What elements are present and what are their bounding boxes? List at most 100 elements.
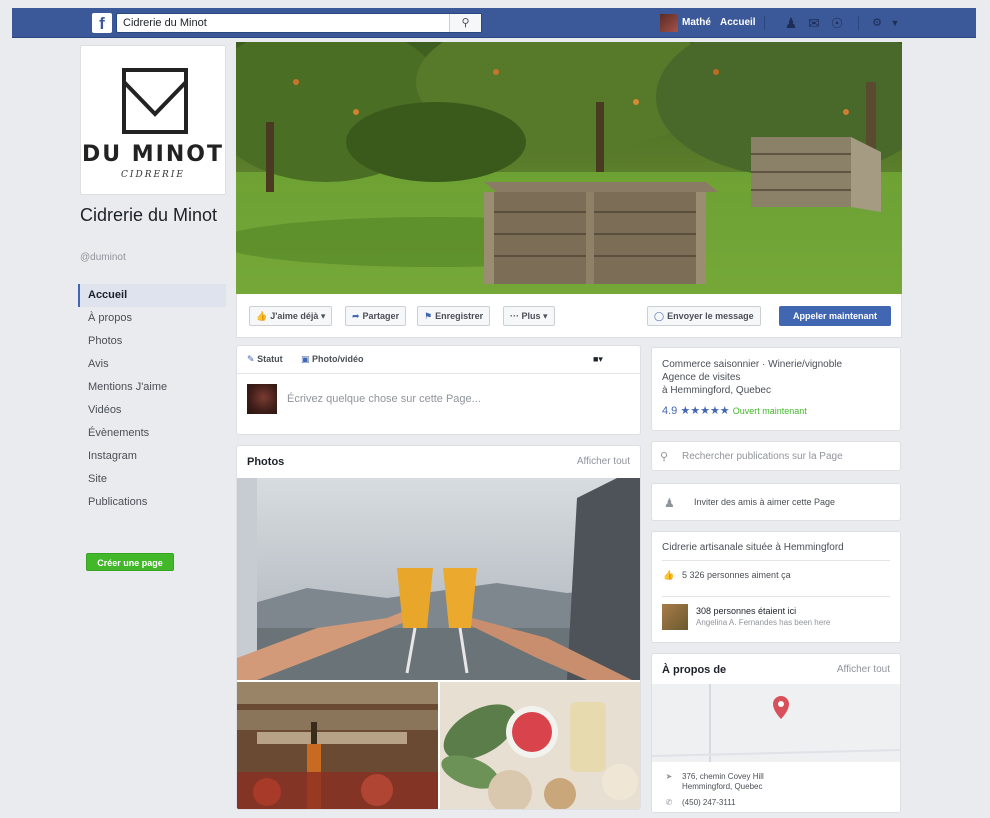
address-row[interactable]: ➤ 376, chemin Covey Hill bbox=[662, 772, 764, 781]
search-posts-box[interactable]: ⚲ Rechercher publications sur la Page bbox=[651, 441, 901, 471]
rating-row[interactable]: 4.9 ★★★★★ Ouvert maintenant bbox=[662, 404, 807, 417]
phone-number: (450) 247-3111 bbox=[682, 798, 736, 807]
nav-item-site[interactable]: Site bbox=[78, 468, 226, 491]
notifications-icon[interactable]: ☉ bbox=[828, 14, 846, 32]
bookmark-icon: ⚑ bbox=[424, 311, 433, 321]
divider bbox=[662, 560, 890, 561]
cider-bottle-crate-photo[interactable] bbox=[237, 682, 438, 810]
visitor-avatar[interactable] bbox=[662, 604, 688, 630]
visits-subtext: Angelina A. Fernandes has been here bbox=[696, 618, 831, 627]
share-label: Partager bbox=[362, 311, 400, 321]
page-handle[interactable]: @duminot bbox=[80, 252, 126, 263]
page-title[interactable]: Cidrerie du Minot bbox=[80, 204, 230, 226]
invite-friends-card[interactable]: ♟ Inviter des amis à aimer cette Page bbox=[651, 483, 901, 521]
share-icon: ➦ bbox=[352, 311, 360, 321]
about-see-all-link[interactable]: Afficher tout bbox=[837, 664, 890, 675]
cider-toast-photo[interactable] bbox=[237, 478, 641, 680]
send-message-button[interactable]: ◯ Envoyer le message bbox=[647, 306, 761, 326]
topbar-separator bbox=[764, 16, 765, 30]
like-button[interactable]: 👍 J'aime déjà ▾ bbox=[249, 306, 333, 326]
post-as-selector[interactable]: ■▾ bbox=[593, 354, 603, 365]
orchard-cover-image bbox=[236, 42, 902, 294]
search-icon[interactable]: ⚲ bbox=[449, 14, 481, 32]
user-avatar[interactable] bbox=[660, 14, 678, 32]
invite-friends-icon: ♟ bbox=[664, 496, 675, 510]
nav-item-instagram[interactable]: Instagram bbox=[78, 445, 226, 468]
photos-section: Photos Afficher tout bbox=[236, 445, 641, 810]
about-card: À propos de Afficher tout ➤ 376, chemin C… bbox=[651, 653, 901, 813]
wooden-crate-small bbox=[751, 137, 881, 212]
user-name-link[interactable]: Mathé bbox=[682, 17, 711, 28]
page-action-bar: 👍 J'aime déjà ▾ ➦ Partager ⚑ Enregistrer ··… bbox=[236, 294, 902, 338]
like-label: J'aime déjà ▾ bbox=[270, 311, 326, 321]
page-location[interactable]: à Hemmingford, Quebec bbox=[662, 384, 771, 397]
search-posts-input[interactable]: Rechercher publications sur la Page bbox=[682, 451, 843, 462]
nav-item-publications[interactable]: Publications bbox=[78, 491, 226, 514]
tab-photo-video[interactable]: ▣ Photo/vidéo bbox=[301, 354, 364, 365]
logo-subtitle: CIDRERIE bbox=[121, 170, 185, 180]
wooden-crate-large bbox=[484, 182, 718, 284]
divider bbox=[662, 596, 890, 597]
nav-item-photos[interactable]: Photos bbox=[78, 330, 226, 353]
search-bar[interactable]: ⚲ bbox=[116, 13, 482, 33]
food-platter-photo[interactable] bbox=[440, 682, 641, 810]
thumbs-up-icon: 👍 bbox=[663, 570, 675, 580]
address-line-2: Hemmingford, Quebec bbox=[682, 782, 763, 791]
more-button[interactable]: ··· Plus ▾ bbox=[503, 306, 555, 326]
chevron-down-icon[interactable]: ▼ bbox=[886, 14, 904, 32]
page-category[interactable]: Commerce saisonnier · Winerie/vignoble bbox=[662, 358, 894, 371]
post-composer: ✎ Statut ▣ Photo/vidéo ■▾ Écrivez quelqu… bbox=[236, 345, 641, 435]
nav-item-mentions-jaime[interactable]: Mentions J'aime bbox=[78, 376, 226, 399]
thumbs-up-icon: 👍 bbox=[256, 311, 268, 321]
tab-status[interactable]: ✎ Statut bbox=[247, 354, 283, 365]
share-button[interactable]: ➦ Partager bbox=[345, 306, 407, 326]
map-pin-icon bbox=[773, 696, 789, 719]
search-input[interactable] bbox=[117, 14, 437, 32]
help-icon[interactable]: ⚙ bbox=[868, 14, 886, 32]
page-description: Cidrerie artisanale située à Hemmingford bbox=[662, 542, 844, 553]
search-icon: ⚲ bbox=[660, 451, 669, 463]
tab-status-label: Statut bbox=[257, 354, 283, 364]
nav-item-evenements[interactable]: Évènements bbox=[78, 422, 226, 445]
nav-item-avis[interactable]: Avis bbox=[78, 353, 226, 376]
photos-see-all-link[interactable]: Afficher tout bbox=[577, 456, 630, 467]
create-page-button[interactable]: Créer une page bbox=[86, 553, 174, 571]
likes-row[interactable]: 👍 5 326 personnes aiment ça bbox=[662, 570, 790, 581]
page-info-card: Commerce saisonnier · Winerie/vignoble A… bbox=[651, 347, 901, 431]
messenger-icon: ◯ bbox=[654, 311, 665, 321]
rating-stars-icon: ★★★★★ bbox=[680, 405, 730, 417]
page-category-secondary[interactable]: Agence de visites bbox=[662, 371, 740, 384]
composer-avatar bbox=[247, 384, 277, 414]
home-link[interactable]: Accueil bbox=[720, 17, 756, 28]
cover-photo[interactable] bbox=[236, 42, 902, 294]
logo-title: DU MINOT bbox=[82, 142, 224, 167]
page-profile-picture[interactable]: DU MINOT CIDRERIE bbox=[80, 45, 226, 195]
invite-friends-link[interactable]: Inviter des amis à aimer cette Page bbox=[694, 497, 835, 507]
location-map[interactable] bbox=[652, 684, 900, 762]
more-label: ··· Plus ▾ bbox=[510, 311, 548, 321]
composer-input[interactable]: Écrivez quelque chose sur cette Page... bbox=[287, 393, 481, 405]
messages-icon[interactable]: ✉ bbox=[805, 14, 823, 32]
save-button[interactable]: ⚑ Enregistrer bbox=[417, 306, 491, 326]
top-navigation-bar: f ⚲ Mathé Accueil ♟ ✉ ☉ ⚙ ▼ bbox=[12, 8, 976, 38]
open-status: Ouvert maintenant bbox=[732, 406, 807, 416]
community-card: Cidrerie artisanale située à Hemmingford… bbox=[651, 531, 901, 643]
pencil-icon: ✎ bbox=[247, 354, 255, 364]
facebook-logo-icon[interactable]: f bbox=[92, 13, 112, 33]
friend-requests-icon[interactable]: ♟ bbox=[782, 14, 800, 32]
location-arrow-icon: ➤ bbox=[665, 772, 673, 781]
address-line-1: 376, chemin Covey Hill bbox=[682, 772, 764, 781]
page-navigation: Accueil À propos Photos Avis Mentions J'… bbox=[78, 284, 226, 514]
topbar-separator bbox=[858, 16, 859, 30]
call-now-button[interactable]: Appeler maintenant bbox=[779, 306, 891, 326]
phone-row[interactable]: ✆ (450) 247-3111 bbox=[662, 798, 736, 807]
map-graphic bbox=[652, 684, 900, 762]
about-title[interactable]: À propos de bbox=[662, 664, 726, 676]
send-message-label: Envoyer le message bbox=[667, 311, 754, 321]
nav-item-accueil[interactable]: Accueil bbox=[78, 284, 226, 307]
visits-count[interactable]: 308 personnes étaient ici bbox=[696, 606, 796, 616]
photos-title[interactable]: Photos bbox=[247, 456, 284, 468]
nav-item-videos[interactable]: Vidéos bbox=[78, 399, 226, 422]
nav-item-a-propos[interactable]: À propos bbox=[78, 307, 226, 330]
phone-icon: ✆ bbox=[665, 798, 673, 807]
